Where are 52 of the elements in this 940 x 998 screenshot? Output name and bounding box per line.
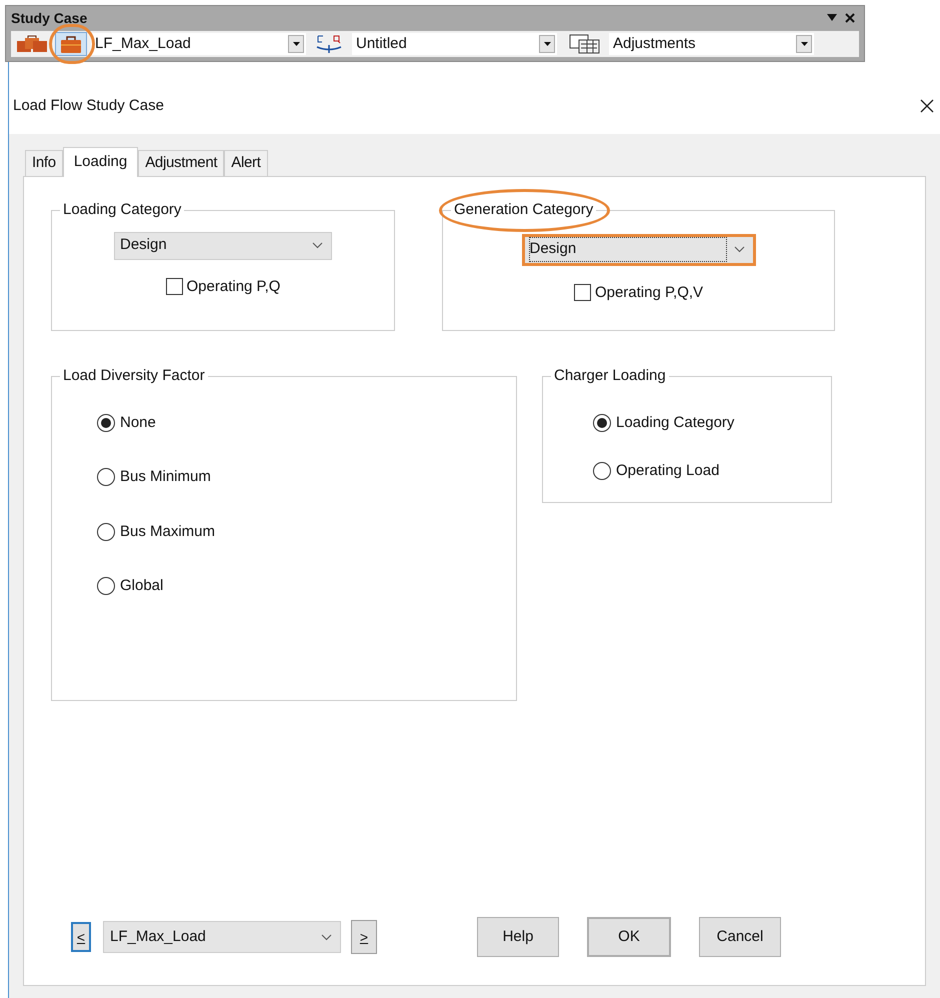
checkbox[interactable] xyxy=(574,284,591,302)
radio-button[interactable] xyxy=(97,577,115,596)
case-dropdown[interactable]: LF_Max_Load xyxy=(103,921,341,953)
pq-icon xyxy=(314,33,344,55)
group-title: Generation Category xyxy=(454,201,594,218)
combo-value: Untitled xyxy=(355,34,407,54)
radio-option[interactable]: Operating Load xyxy=(593,460,831,482)
radio-button[interactable] xyxy=(97,522,115,541)
radio-option[interactable]: Bus Maximum xyxy=(97,520,516,543)
tab[interactable]: Alert xyxy=(224,150,268,176)
checkbox[interactable] xyxy=(166,278,183,296)
combo-value: LF_Max_Load xyxy=(94,34,191,54)
table-icon xyxy=(569,34,601,54)
dropdown-value: Design xyxy=(530,238,726,261)
dropdown-value: LF_Max_Load xyxy=(110,926,206,947)
close-icon[interactable] xyxy=(920,99,934,113)
radio-button[interactable] xyxy=(593,462,611,480)
radio-option[interactable]: Global xyxy=(97,575,516,598)
dropdown[interactable]: Design xyxy=(522,234,756,266)
radio-button[interactable] xyxy=(593,414,611,432)
combo-box[interactable]: Adjustments xyxy=(609,33,814,55)
chevron-down-icon xyxy=(734,246,744,253)
dialog-title: Load Flow Study Case xyxy=(13,96,164,116)
group-title: Load Diversity Factor xyxy=(63,367,205,384)
tab[interactable]: Loading xyxy=(62,147,138,177)
radio-option[interactable]: Bus Minimum xyxy=(97,466,516,488)
previous-button[interactable]: < xyxy=(71,922,91,952)
combo-box[interactable]: Untitled xyxy=(352,33,557,55)
group-title: Charger Loading xyxy=(554,367,666,384)
checkbox-option[interactable]: Operating P,Q,V xyxy=(574,282,704,304)
briefcase-button[interactable] xyxy=(55,32,87,56)
tab[interactable]: Adjustment xyxy=(138,150,224,176)
next-button[interactable]: > xyxy=(351,920,377,954)
combo-value: Adjustments xyxy=(612,34,696,54)
dialog-button[interactable]: Help xyxy=(477,917,559,957)
radio-option[interactable]: Loading Category xyxy=(593,412,831,434)
radio-button[interactable] xyxy=(97,468,115,486)
panel-title: Study Case xyxy=(11,8,88,28)
dialog-button[interactable]: OK xyxy=(587,917,671,957)
radio-button[interactable] xyxy=(97,414,115,432)
dropdown[interactable]: Design xyxy=(114,232,332,260)
group-title: Loading Category xyxy=(63,201,182,218)
combo-box[interactable]: LF_Max_Load xyxy=(91,33,306,55)
close-icon[interactable] xyxy=(845,13,855,23)
dialog-button[interactable]: Cancel xyxy=(699,917,781,957)
chevron-down-icon xyxy=(312,242,323,249)
chevron-down-icon xyxy=(321,934,332,940)
dropdown-value: Design xyxy=(120,235,167,256)
checkbox-option[interactable]: Operating P,Q xyxy=(166,276,280,298)
tab[interactable]: Info xyxy=(25,150,63,176)
radio-option[interactable]: None xyxy=(97,412,516,434)
dropdown-caret-icon[interactable] xyxy=(827,14,837,22)
